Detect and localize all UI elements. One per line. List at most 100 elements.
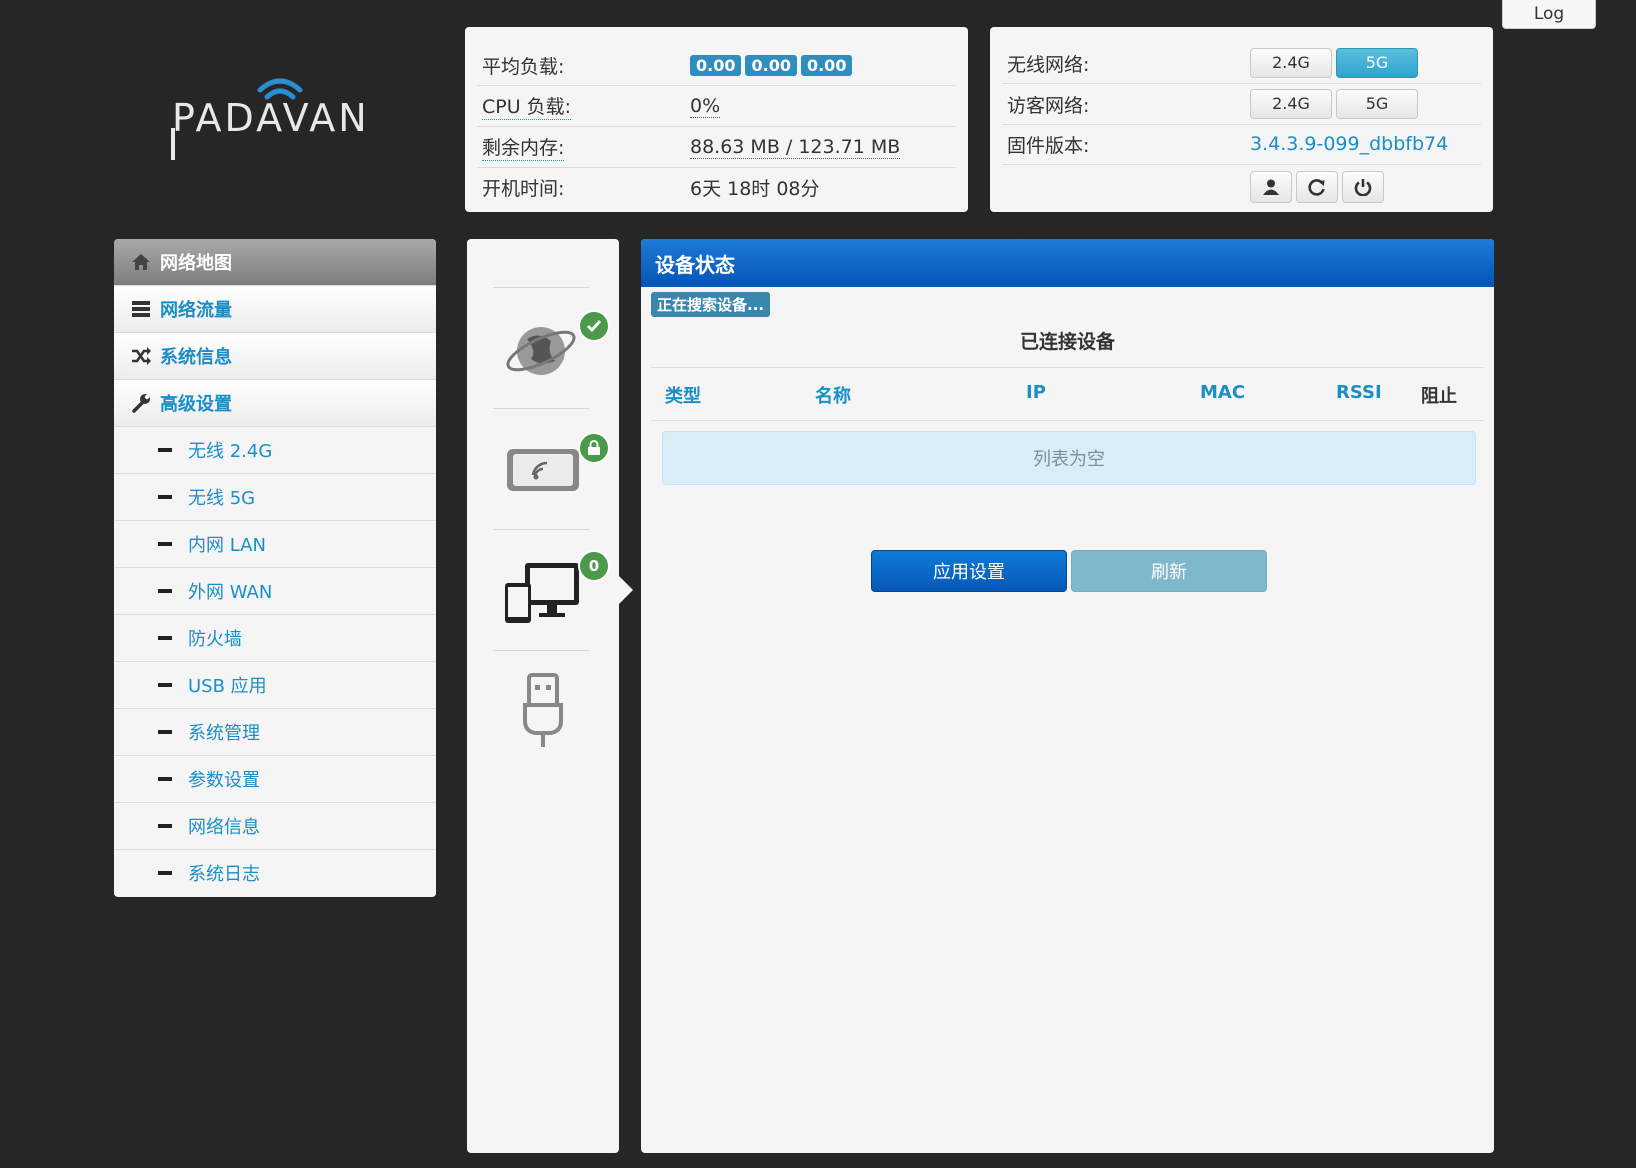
lock-icon — [588, 440, 600, 455]
column-type[interactable]: 类型 — [665, 382, 701, 408]
shuffle-icon — [132, 347, 151, 365]
column-mac[interactable]: MAC — [1200, 382, 1245, 403]
sidebar-item-network-map[interactable]: 网络地图 — [114, 239, 436, 286]
reboot-button[interactable] — [1296, 171, 1338, 203]
sidebar-item-label: USB 应用 — [188, 676, 267, 697]
sidebar-item-wan[interactable]: 外网 WAN — [114, 568, 436, 615]
dash-icon — [158, 448, 172, 452]
logo-text: PADAVAN — [172, 96, 370, 140]
padavan-logo: PADAVAN — [168, 68, 398, 168]
clients-status[interactable] — [503, 557, 583, 627]
sidebar-item-label: 防火墙 — [188, 629, 242, 650]
mem-link[interactable]: 剩余内存: — [482, 133, 565, 161]
wireless-5g-button[interactable]: 5G — [1336, 48, 1418, 78]
panel-title: 设备状态 — [641, 239, 1494, 287]
empty-list-message: 列表为空 — [662, 431, 1476, 485]
sidebar-item-label: 无线 5G — [188, 488, 256, 509]
sidebar-item-netinfo[interactable]: 网络信息 — [114, 803, 436, 850]
uptime-value: 6天 18时 08分 — [690, 177, 820, 200]
wireless-row: 无线网络: 2.4G 5G — [1002, 43, 1481, 84]
sidebar-item-firewall[interactable]: 防火墙 — [114, 615, 436, 662]
power-button[interactable] — [1342, 171, 1384, 203]
system-status-panel: 平均负载: 0.00 0.00 0.00 CPU 负载: 0% 剩余内存: 88.6… — [465, 27, 968, 212]
sidebar-item-sysinfo[interactable]: 系统信息 — [114, 333, 436, 380]
mem-value: 88.63 MB / 123.71 MB — [690, 135, 901, 159]
sidebar-item-label: 系统日志 — [188, 864, 260, 885]
guest-row: 访客网络: 2.4G 5G — [1002, 84, 1481, 125]
uptime-label: 开机时间: — [482, 177, 565, 200]
dash-icon — [158, 871, 172, 875]
cpu-link[interactable]: CPU 负载: — [482, 92, 572, 120]
sidebar-item-wireless-5g[interactable]: 无线 5G — [114, 474, 436, 521]
dash-icon — [158, 683, 172, 687]
refresh-icon — [1308, 179, 1325, 196]
uptime-row: 开机时间: 6天 18时 08分 — [477, 167, 956, 207]
firmware-label: 固件版本: — [1007, 134, 1090, 157]
load-5: 0.00 — [745, 55, 797, 76]
guest-buttons: 2.4G 5G — [1250, 89, 1422, 119]
guest-24g-button[interactable]: 2.4G — [1250, 89, 1332, 119]
mem-row: 剩余内存: 88.63 MB / 123.71 MB — [477, 127, 956, 168]
devices-table-header: 类型 名称 IP MAC RSSI 阻止 — [651, 367, 1484, 421]
sidebar-item-admin[interactable]: 系统管理 — [114, 709, 436, 756]
dash-icon — [158, 730, 172, 734]
column-name[interactable]: 名称 — [815, 382, 851, 408]
status-icon-column: 0 — [467, 239, 619, 1153]
searching-badge: 正在搜索设备... — [651, 292, 771, 317]
sidebar-item-usb[interactable]: USB 应用 — [114, 662, 436, 709]
divider — [493, 287, 589, 288]
network-status-panel: 无线网络: 2.4G 5G 访客网络: 2.4G 5G 固件版本: 3.4.3.9-… — [990, 27, 1493, 212]
sidebar-item-traffic[interactable]: 网络流量 — [114, 286, 436, 333]
log-button[interactable]: Log — [1502, 0, 1596, 29]
wireless-status[interactable] — [503, 439, 583, 499]
divider — [493, 650, 589, 651]
connected-check-badge — [578, 310, 610, 342]
guest-5g-button[interactable]: 5G — [1336, 89, 1418, 119]
check-icon — [586, 320, 602, 333]
sidebar-item-lan[interactable]: 内网 LAN — [114, 521, 436, 568]
wrench-icon — [132, 394, 150, 413]
devices-icon — [505, 563, 579, 623]
divider — [493, 529, 589, 530]
load-1: 0.00 — [690, 55, 742, 76]
dash-icon — [158, 824, 172, 828]
user-icon — [1263, 179, 1279, 195]
firmware-row: 固件版本: 3.4.3.9-099_dbbfb74 — [1002, 124, 1481, 165]
sidebar-item-syslog[interactable]: 系统日志 — [114, 850, 436, 896]
dash-icon — [158, 589, 172, 593]
wireless-router-icon — [507, 449, 579, 491]
column-rssi[interactable]: RSSI — [1336, 382, 1382, 403]
sidebar-item-label: 系统信息 — [160, 347, 232, 368]
power-icon — [1354, 179, 1372, 196]
sidebar-item-params[interactable]: 参数设置 — [114, 756, 436, 803]
sidebar-item-label: 参数设置 — [188, 770, 260, 791]
server-icon — [132, 301, 150, 317]
sidebar-item-label: 内网 LAN — [188, 535, 266, 556]
cpu-row: CPU 负载: 0% — [477, 86, 956, 127]
connected-devices-title: 已连接设备 — [1019, 331, 1115, 353]
wireless-24g-button[interactable]: 2.4G — [1250, 48, 1332, 78]
load-label: 平均负载: — [482, 55, 565, 78]
sidebar-item-label: 网络信息 — [188, 817, 260, 838]
column-ip[interactable]: IP — [1026, 382, 1046, 403]
dash-icon — [158, 542, 172, 546]
sidebar-item-label: 高级设置 — [160, 394, 232, 415]
wireless-buttons: 2.4G 5G — [1250, 48, 1422, 78]
wireless-lock-badge — [578, 432, 610, 464]
refresh-button[interactable]: 刷新 — [1071, 550, 1267, 592]
load-row: 平均负载: 0.00 0.00 0.00 — [477, 45, 956, 86]
firmware-link[interactable]: 3.4.3.9-099_dbbfb74 — [1250, 133, 1448, 155]
globe-icon — [506, 327, 576, 375]
usb-status[interactable] — [513, 671, 573, 751]
guest-label: 访客网络: — [1007, 94, 1090, 117]
user-button[interactable] — [1250, 171, 1292, 203]
sidebar-item-advanced[interactable]: 高级设置 — [114, 380, 436, 427]
apply-settings-button[interactable]: 应用设置 — [871, 550, 1067, 592]
internet-status[interactable] — [503, 309, 583, 389]
device-status-panel: 设备状态 正在搜索设备... 已连接设备 类型 名称 IP MAC RSSI 阻… — [641, 239, 1494, 1153]
cpu-value: 0% — [690, 94, 721, 118]
sidebar-item-label: 无线 2.4G — [188, 441, 273, 462]
sidebar-item-wireless-24g[interactable]: 无线 2.4G — [114, 427, 436, 474]
wireless-label: 无线网络: — [1007, 53, 1090, 76]
sidebar-item-label: 外网 WAN — [188, 582, 273, 603]
